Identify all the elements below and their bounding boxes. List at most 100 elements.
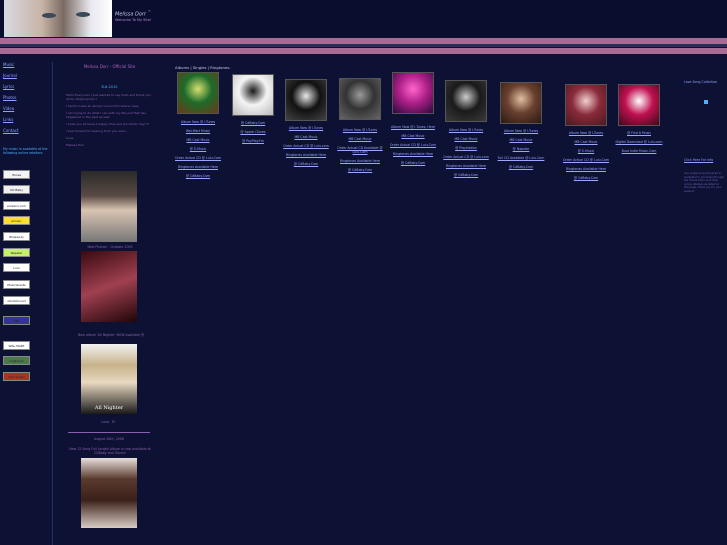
- album-store-link[interactable]: @ Playstation: [441, 146, 491, 150]
- album-cover[interactable]: [618, 84, 660, 126]
- album-cover[interactable]: [565, 84, 607, 126]
- album-store-link[interactable]: @ Find It Music: [614, 131, 664, 135]
- album-cover[interactable]: [500, 82, 542, 124]
- album-store-link[interactable]: Ringtones Available Here: [441, 164, 491, 168]
- album-store-link[interactable]: MB Cast Music: [281, 135, 331, 139]
- sign-off: Love, M: [101, 420, 115, 424]
- album-store-link[interactable]: MB Cast Music: [496, 138, 546, 142]
- rhapsody-icon[interactable]: Rhapsody: [3, 232, 30, 241]
- album-store-link[interactable]: MB Cast Music: [561, 140, 611, 144]
- album-store-link[interactable]: Digital Download @ Lulu.com: [614, 140, 664, 144]
- album-store-link[interactable]: Full CD Available @ Lulu.Com: [496, 156, 546, 160]
- update-date: August 28th, 2008: [94, 437, 124, 441]
- album-store-link[interactable]: Order Actual CD Available @ Lulu.Com: [335, 146, 385, 154]
- album-store-link[interactable]: @ Apple I-Tunes: [228, 130, 278, 134]
- album-store-link[interactable]: MB Cast Music: [335, 137, 385, 141]
- album-column: Album Now @ I-Tunes MB Cast Music @ Napste…: [496, 82, 546, 169]
- album-cover[interactable]: [445, 80, 487, 122]
- amazon-icon[interactable]: amazon.com: [3, 201, 30, 210]
- nav-link-photos[interactable]: Photos: [3, 95, 49, 106]
- site-header: Melissa Dorr ™ Welcome To My Site!: [0, 0, 727, 37]
- album-store-link[interactable]: Ringtones Available Here: [173, 165, 223, 169]
- album-store-link[interactable]: Album Now @ I-Tunes: [441, 128, 491, 132]
- album-store-link[interactable]: Order Actual CD @ Lulu.Com: [173, 156, 223, 160]
- post-text: Melissa Dorr: [66, 143, 85, 147]
- post-text: Love,: [66, 136, 75, 140]
- nav-link-links[interactable]: Links: [3, 117, 49, 128]
- album-column: @ Find It Music Digital Download @ Lulu.c…: [614, 84, 664, 153]
- album-store-link[interactable]: @ Napster: [496, 147, 546, 151]
- section-divider: [68, 432, 150, 433]
- album-caption[interactable]: New album 'All Nighter' NOW available @: [64, 333, 158, 337]
- album-store-link[interactable]: @ CdBaby.Com: [335, 168, 385, 172]
- album-store-link[interactable]: MB Cast Music: [388, 134, 438, 138]
- album-cover[interactable]: [232, 74, 274, 116]
- center-column: Melissa Dorr - Official Site 8-6-2010 He…: [62, 64, 157, 150]
- nav-link-video[interactable]: Video: [3, 106, 49, 117]
- bullet-icon: [704, 100, 708, 104]
- album-store-link[interactable]: Order Actual CD @ Lulu.Com: [561, 158, 611, 162]
- album-store-link[interactable]: MB Cast Music: [173, 138, 223, 142]
- album-cover[interactable]: [339, 78, 381, 120]
- photo-caption: New Photos! - October 2009: [87, 245, 133, 249]
- album-store-link[interactable]: Ringtones Available Here: [335, 159, 385, 163]
- album-store-link[interactable]: Ringtones Available Here: [561, 167, 611, 171]
- itunes-icon[interactable]: iTunes: [3, 170, 30, 179]
- album-column: Album Now @ I-Tunes, Here MB Cast Music Or…: [388, 72, 438, 165]
- album-store-link[interactable]: @ CdBaby.Com: [561, 176, 611, 180]
- lulu-icon[interactable]: Lulu: [3, 263, 30, 272]
- album-store-link[interactable]: MB Cast Music: [441, 137, 491, 141]
- album-store-link[interactable]: @ E-Music: [561, 149, 611, 153]
- portrait-photo[interactable]: [81, 171, 137, 242]
- site-title-text: Melissa Dorr: [115, 11, 147, 18]
- album-store-link[interactable]: @ PayPlay.Fm: [228, 139, 278, 143]
- album-store-link[interactable]: @ CdBaby.Com: [228, 121, 278, 125]
- nav-link-contact[interactable]: Contact: [3, 128, 49, 139]
- nav-link-music[interactable]: Music: [3, 62, 49, 73]
- album-column: Album Now @ I-Tunes MB Cast Music Order Ac…: [281, 79, 331, 166]
- album-store-link[interactable]: Buzz Indie Music.Com: [614, 149, 664, 153]
- musicgiants-icon[interactable]: MusicGiants: [3, 280, 30, 289]
- album-store-link[interactable]: Ringtones Available Here: [281, 153, 331, 157]
- album-store-link[interactable]: Album Now @ I-Tunes: [561, 131, 611, 135]
- album-store-link[interactable]: Album Now @ I-Tunes: [173, 120, 223, 124]
- nav-link-lyrics[interactable]: Lyrics: [3, 84, 49, 95]
- album-store-link[interactable]: @ CdBaby.Com: [281, 162, 331, 166]
- portrait-photo[interactable]: [81, 251, 137, 322]
- album-store-link[interactable]: Wal-Mart Music: [173, 129, 223, 133]
- album-column: Album Now @ I-Tunes MB Cast Music @ E-Musi…: [561, 84, 611, 180]
- purchase-note: Any single song download is available fo…: [684, 172, 724, 193]
- shockhound-icon[interactable]: shockhound: [3, 296, 30, 305]
- album-store-link[interactable]: @ CdBaby.Com: [496, 165, 546, 169]
- album-column: Album Now @ I-Tunes MB Cast Music @ Playst…: [441, 80, 491, 177]
- album-store-link[interactable]: @ CdBaby.Com: [441, 173, 491, 177]
- cdbaby-icon[interactable]: CD Baby: [3, 185, 30, 194]
- album-store-link[interactable]: @ CdBaby.Com: [388, 161, 438, 165]
- mp3-icon[interactable]: mp3 music: [3, 372, 30, 381]
- album-store-link[interactable]: Album Now @ I-Tunes, Here: [388, 125, 438, 129]
- walmart-icon[interactable]: WAL-MART: [3, 341, 30, 350]
- retailer-note: My music is available at the following o…: [3, 147, 48, 155]
- album-store-link[interactable]: @ CdBaby.Com: [173, 174, 223, 178]
- album-store-link[interactable]: Album Now @ I-Tunes: [335, 128, 385, 132]
- album-store-link[interactable]: Album Now @ I-Tunes: [496, 129, 546, 133]
- album-store-link[interactable]: Order Actual CD @ Lulu.com: [281, 144, 331, 148]
- right-column: Love Song Collection Click Here For Info…: [684, 80, 724, 194]
- album-store-link[interactable]: Order Actual CD @ Lulu.com: [441, 155, 491, 159]
- album-cover[interactable]: [285, 79, 327, 121]
- album-store-link[interactable]: Ringtones Available Here: [388, 152, 438, 156]
- album-art-title: All Nighter: [94, 405, 124, 411]
- fye-icon[interactable]: FYE: [3, 316, 30, 325]
- napster-icon[interactable]: Napster: [3, 248, 30, 257]
- album-store-link[interactable]: @ E-Music: [173, 147, 223, 151]
- info-link[interactable]: Click Here For Info: [684, 158, 724, 162]
- ringtones-icon[interactable]: ringtones: [3, 356, 30, 365]
- emusic-icon[interactable]: emusic: [3, 216, 30, 225]
- album-store-link[interactable]: Album Now @ I-Tunes: [281, 126, 331, 130]
- album-art-photo[interactable]: All Nighter: [81, 344, 137, 414]
- album-store-link[interactable]: Order Actual CD @ Lulu.Com: [388, 143, 438, 147]
- album-cover[interactable]: [177, 72, 219, 114]
- nav-link-journal[interactable]: Journal: [3, 73, 49, 84]
- portrait-photo[interactable]: [81, 458, 137, 528]
- album-cover[interactable]: [392, 72, 434, 114]
